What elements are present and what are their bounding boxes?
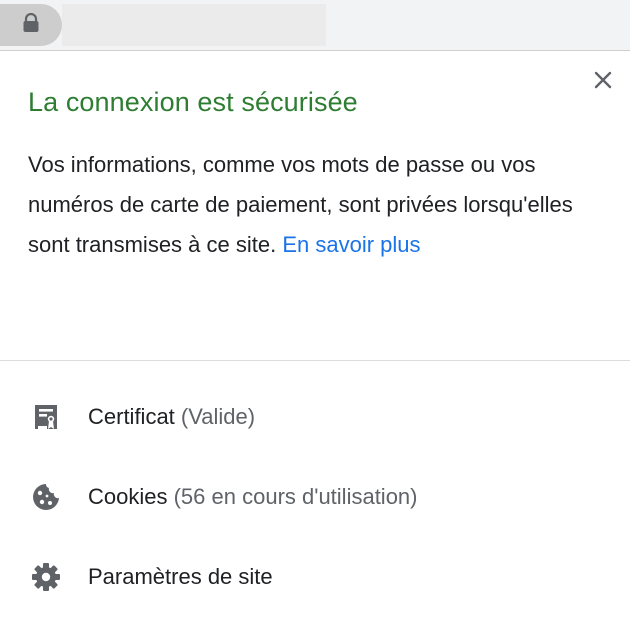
close-button[interactable] — [590, 69, 616, 95]
cookies-label-text: Cookies — [88, 484, 168, 509]
cookies-count: (56 en cours d'utilisation) — [173, 484, 418, 509]
certificate-label: Certificat (Valide) — [88, 404, 255, 430]
certificate-status: (Valide) — [180, 404, 256, 429]
certificate-row[interactable]: Certificat (Valide) — [0, 387, 630, 447]
site-settings-label-text: Paramètres de site — [88, 564, 273, 589]
close-icon — [594, 71, 612, 94]
lock-icon — [22, 12, 40, 38]
cookie-icon — [30, 481, 62, 513]
divider — [0, 360, 630, 361]
connection-description: Vos informations, comme vos mots de pass… — [28, 145, 588, 265]
site-info-popup: La connexion est sécurisée Vos informati… — [0, 51, 630, 630]
address-bar[interactable] — [62, 4, 326, 46]
cookies-label: Cookies (56 en cours d'utilisation) — [88, 484, 418, 510]
cookies-row[interactable]: Cookies (56 en cours d'utilisation) — [0, 467, 630, 527]
site-info-button[interactable] — [0, 4, 62, 46]
site-settings-label: Paramètres de site — [88, 564, 273, 590]
site-settings-row[interactable]: Paramètres de site — [0, 547, 630, 607]
certificate-icon — [30, 401, 62, 433]
connection-status-title: La connexion est sécurisée — [28, 87, 358, 117]
certificate-label-text: Certificat — [88, 404, 175, 429]
learn-more-link[interactable]: En savoir plus — [282, 232, 420, 257]
gear-icon — [30, 561, 62, 593]
browser-toolbar — [0, 0, 630, 51]
